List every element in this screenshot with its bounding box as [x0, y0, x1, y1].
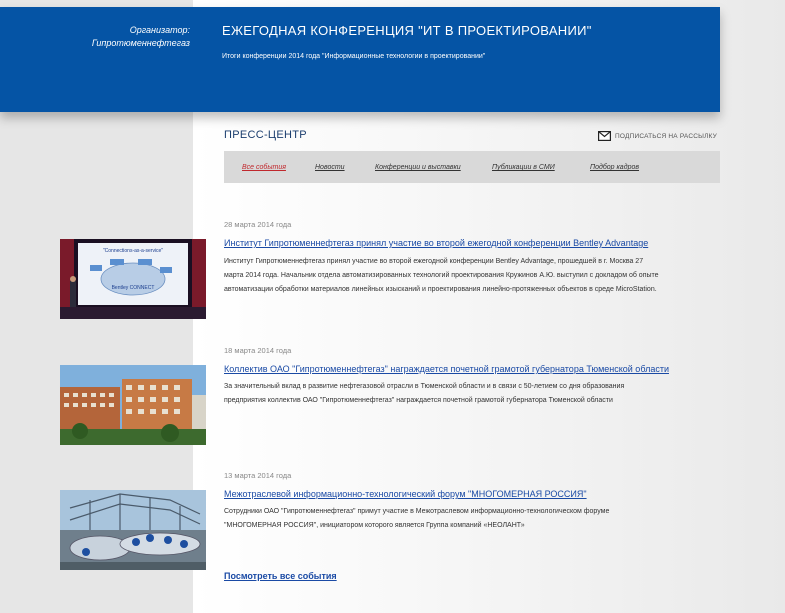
event-desc-line: "МНОГОМЕРНАЯ РОССИЯ", инициатором которо…: [224, 522, 525, 529]
subscribe-link[interactable]: ПОДПИСАТЬСЯ НА РАССЫЛКУ: [598, 131, 717, 141]
organizer-block: Организатор: Гипротюменнефтегаз: [30, 24, 190, 50]
building-photo: [60, 365, 206, 445]
nav-all-events[interactable]: Все события: [242, 164, 286, 171]
event-date: 18 марта 2014 года: [224, 346, 292, 355]
event-thumbnail[interactable]: [60, 490, 206, 570]
press-center-title: ПРЕСС-ЦЕНТР: [224, 129, 307, 141]
event-date: 28 марта 2014 года: [224, 220, 292, 229]
event-desc-line: Институт Гипротюменнефтегаз принял участ…: [224, 258, 644, 265]
event-desc-line: автоматизации обработки материалов линей…: [224, 286, 657, 293]
event-title-link[interactable]: Межотраслевой информационно-технологичес…: [224, 489, 587, 499]
nav-news[interactable]: Новости: [315, 164, 345, 171]
header-banner: Организатор: Гипротюменнефтегаз ЕЖЕГОДНА…: [0, 7, 720, 112]
event-description: Институт Гипротюменнефтегаз принял участ…: [224, 255, 724, 297]
nav-recruitment[interactable]: Подбор кадров: [590, 164, 639, 171]
category-nav: Все события Новости Конференции и выстав…: [224, 151, 720, 183]
subscribe-label: ПОДПИСАТЬСЯ НА РАССЫЛКУ: [615, 132, 717, 140]
organizer-label: Организатор:: [129, 25, 190, 35]
event-thumbnail[interactable]: [60, 365, 206, 445]
event-desc-line: марта 2014 года. Начальник отдела автома…: [224, 272, 659, 279]
event-thumbnail[interactable]: "Connections-as-a-service" Bentley CONNE…: [60, 239, 206, 319]
slide-headline: "Connections-as-a-service": [103, 248, 163, 254]
see-all-events-link[interactable]: Посмотреть все события: [224, 571, 337, 581]
organizer-name: Гипротюменнефтегаз: [91, 38, 190, 48]
pipeline-photo: [60, 490, 206, 570]
event-title-link[interactable]: Коллектив ОАО "Гипротюменнефтегаз" награ…: [224, 364, 669, 374]
event-desc-line: Сотрудники ОАО "Гипротюменнефтегаз" прим…: [224, 508, 610, 515]
page-title: ЕЖЕГОДНАЯ КОНФЕРЕНЦИЯ "ИТ В ПРОЕКТИРОВАН…: [222, 23, 592, 38]
envelope-icon: [598, 131, 611, 141]
event-description: Сотрудники ОАО "Гипротюменнефтегаз" прим…: [224, 505, 724, 533]
event-desc-line: предприятия коллектив ОАО "Гипротюменнеф…: [224, 397, 613, 404]
event-title-link[interactable]: Институт Гипротюменнефтегаз принял участ…: [224, 238, 648, 248]
event-date: 13 марта 2014 года: [224, 471, 292, 480]
nav-conferences[interactable]: Конференции и выставки: [375, 164, 461, 171]
conference-photo: "Connections-as-a-service" Bentley CONNE…: [60, 239, 206, 319]
event-description: За значительный вклад в развитие нефтега…: [224, 380, 724, 408]
event-desc-line: За значительный вклад в развитие нефтега…: [224, 383, 625, 390]
page-subtitle: Итоги конференции 2014 года "Информацион…: [222, 53, 486, 60]
slide-logo-text: Bentley CONNECT: [112, 285, 155, 291]
nav-media-publications[interactable]: Публикации в СМИ: [492, 164, 555, 171]
